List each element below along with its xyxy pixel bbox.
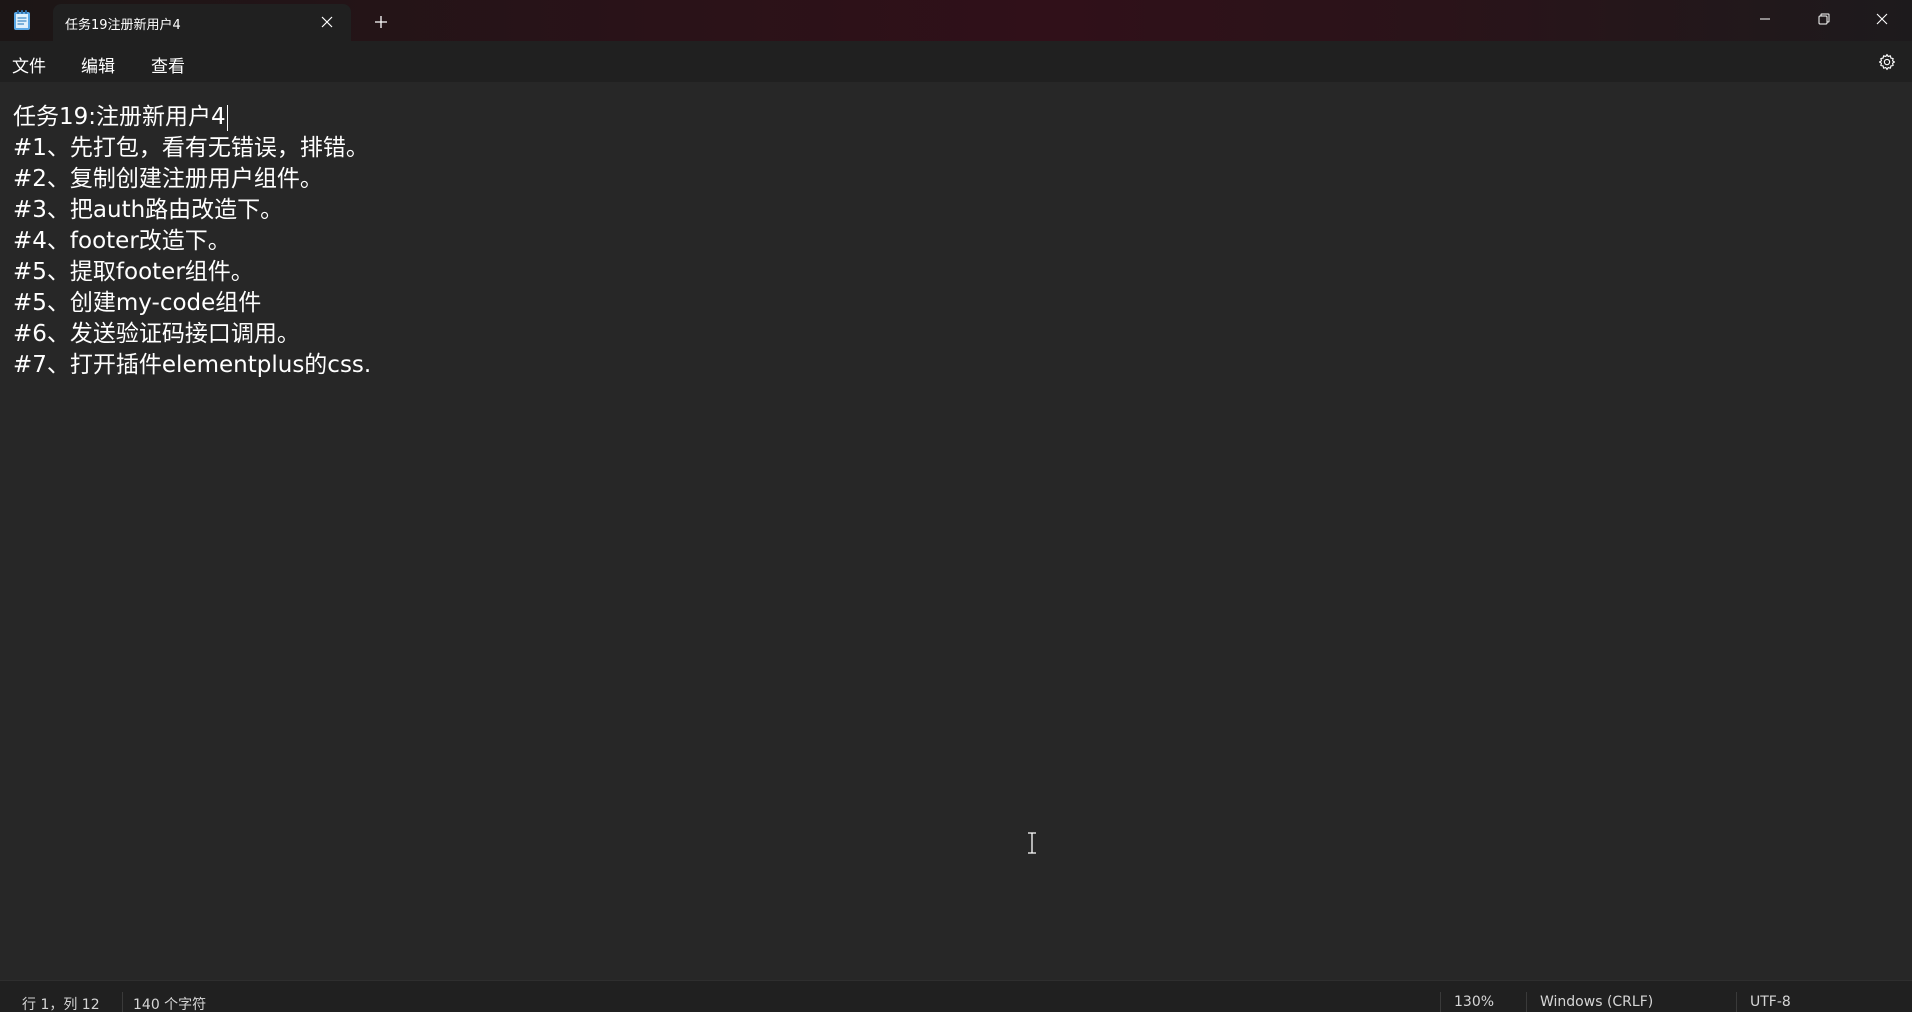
notepad-icon (14, 10, 30, 30)
menu-view[interactable]: 查看 (149, 50, 187, 79)
gear-icon (1878, 53, 1896, 71)
plus-icon (375, 16, 387, 28)
line-ending[interactable]: Windows (CRLF) (1540, 994, 1653, 1010)
status-divider (1736, 992, 1737, 1012)
restore-icon (1818, 13, 1830, 25)
character-count: 140 个字符 (133, 997, 207, 1012)
cursor-position[interactable]: 行 1，列 12 (22, 994, 100, 1012)
status-divider (122, 992, 123, 1012)
new-tab-button[interactable] (368, 10, 394, 34)
status-divider (1526, 992, 1527, 1012)
editor-content[interactable]: 任务19:注册新用户4 #1、先打包，看有无错误，排错。 #2、复制创建注册用户… (13, 102, 371, 381)
close-window-button[interactable] (1853, 0, 1911, 38)
close-icon (1876, 13, 1888, 25)
editor-line[interactable]: #3、把auth路由改造下。 (13, 195, 371, 226)
settings-button[interactable] (1874, 49, 1900, 75)
editor-line[interactable]: #4、footer改造下。 (13, 226, 371, 257)
minimize-button[interactable] (1736, 0, 1794, 38)
notepad-window: 任务19注册新用户4 文件 编辑 查看 任务19:注册新用户4 #1、先打包，看… (0, 0, 1912, 1012)
title-bar[interactable]: 任务19注册新用户4 (0, 0, 1912, 41)
editor-line[interactable]: #5、创建my-code组件 (13, 288, 371, 319)
editor-line[interactable]: #1、先打包，看有无错误，排错。 (13, 133, 371, 164)
menu-file[interactable]: 文件 (10, 50, 48, 79)
encoding[interactable]: UTF-8 (1750, 994, 1791, 1010)
editor-line[interactable]: #2、复制创建注册用户组件。 (13, 164, 371, 195)
menu-edit[interactable]: 编辑 (79, 50, 117, 79)
editor-line[interactable]: 任务19:注册新用户4 (13, 102, 371, 133)
status-divider (1440, 992, 1441, 1012)
text-editor[interactable]: 任务19:注册新用户4 #1、先打包，看有无错误，排错。 #2、复制创建注册用户… (0, 82, 1912, 980)
editor-line[interactable]: #5、提取footer组件。 (13, 257, 371, 288)
minimize-icon (1760, 18, 1770, 20)
tab-close-button[interactable] (317, 12, 337, 32)
text-caret (226, 104, 228, 131)
editor-line[interactable]: #6、发送验证码接口调用。 (13, 319, 371, 350)
ibeam-cursor-icon (1028, 832, 1036, 854)
editor-line[interactable]: #7、打开插件elementplus的css. (13, 350, 371, 381)
status-bar: 行 1，列 12 140 个字符 130% Windows (CRLF) UTF… (0, 980, 1912, 1012)
zoom-level[interactable]: 130% (1454, 994, 1494, 1010)
tab-document[interactable]: 任务19注册新用户4 (53, 4, 351, 41)
menu-bar: 文件 编辑 查看 (0, 41, 1912, 82)
restore-button[interactable] (1795, 0, 1853, 38)
close-icon (321, 16, 333, 28)
tab-title: 任务19注册新用户4 (65, 18, 181, 33)
